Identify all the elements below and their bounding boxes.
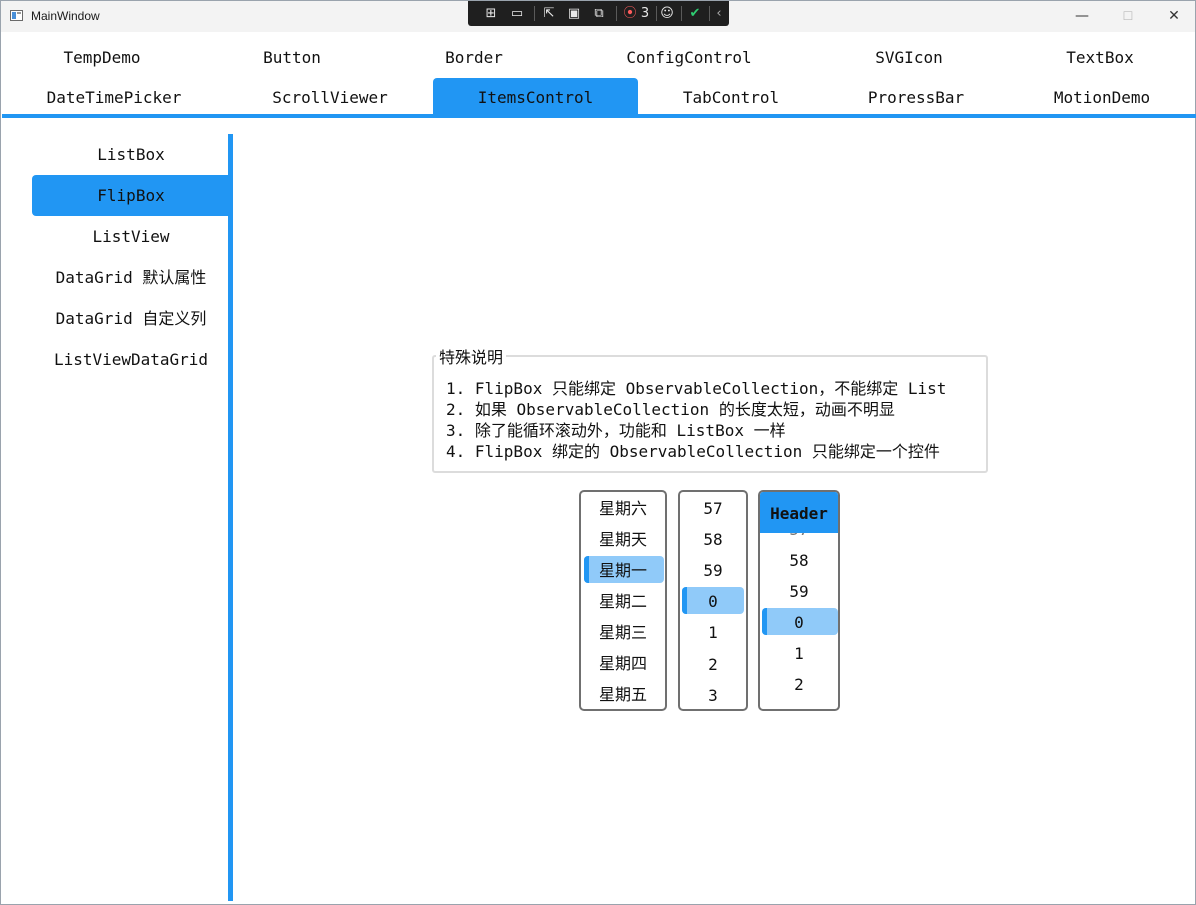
flip-item[interactable]: 59 — [760, 576, 838, 607]
maximize-button[interactable]: ☐ — [1105, 1, 1151, 32]
flip-item[interactable]: 1 — [680, 617, 746, 648]
tab-svgicon[interactable]: SVGIcon — [809, 38, 1009, 78]
flipbox-number[interactable]: 57 58 59 0 1 2 3 — [678, 490, 748, 711]
record-icon[interactable]: ▭ — [508, 5, 526, 22]
tab-motiondemo[interactable]: MotionDemo — [1002, 78, 1196, 118]
flip-item[interactable]: 2 — [760, 669, 838, 700]
tab-datetimepicker[interactable]: DateTimePicker — [14, 78, 214, 118]
flip-item[interactable]: 星期六 — [581, 493, 665, 524]
tab-proressbar[interactable]: ProressBar — [816, 78, 1016, 118]
sidebar-item-flipbox[interactable]: FlipBox — [32, 175, 230, 216]
toolbar-separator — [534, 6, 535, 21]
app-window-icon — [10, 10, 23, 21]
flipbox-with-header[interactable]: 57 Header 58 59 0 1 2 3 — [758, 490, 840, 711]
flip-item[interactable]: 星期天 — [581, 524, 665, 555]
toolbar-separator — [681, 6, 682, 21]
title-bar: MainWindow ⊞ ▭ ⇱ ▣ ⧉ ⦿ 3 ☺ ✔ ‹ — ☐ ✕ — [1, 1, 1195, 32]
collapse-toolbar-icon[interactable]: ‹ — [710, 5, 728, 22]
flip-item[interactable]: 58 — [760, 545, 838, 576]
select-element-icon[interactable]: ⇱ — [540, 5, 558, 22]
flip-item-selected[interactable]: 星期一 — [581, 555, 665, 586]
flip-item[interactable]: 1 — [760, 638, 838, 669]
flipbox-header: Header — [760, 492, 838, 533]
flip-item[interactable]: 2 — [680, 649, 746, 680]
sidebar-item-listview[interactable]: ListView — [32, 216, 230, 257]
tab-strip-underline — [2, 114, 1196, 118]
tab-border[interactable]: Border — [374, 38, 574, 78]
tab-configcontrol[interactable]: ConfigControl — [589, 38, 789, 78]
binding-failures-icon[interactable]: ⦿ — [621, 5, 639, 22]
flipbox-weekday[interactable]: 星期六 星期天 星期一 星期二 星期三 星期四 星期五 — [579, 490, 667, 711]
minimize-button[interactable]: — — [1059, 1, 1105, 32]
accessibility-icon[interactable]: ☺ — [658, 5, 676, 22]
window-title: MainWindow — [31, 9, 100, 23]
live-tree-icon[interactable]: ⊞ — [482, 5, 500, 22]
toolbar-separator — [656, 6, 657, 21]
sidebar-item-listbox[interactable]: ListBox — [32, 134, 230, 175]
flip-item[interactable]: 星期四 — [581, 648, 665, 679]
sidebar-item-datagrid-default[interactable]: DataGrid 默认属性 — [32, 257, 230, 298]
note-line: 4. FlipBox 绑定的 ObservableCollection 只能绑定… — [446, 442, 940, 461]
hot-reload-ok-icon[interactable]: ✔ — [686, 5, 704, 22]
tab-row-1: TempDemo Button Border ConfigControl SVG… — [2, 38, 1196, 78]
main-window: MainWindow ⊞ ▭ ⇱ ▣ ⧉ ⦿ 3 ☺ ✔ ‹ — ☐ ✕ Tem… — [0, 0, 1196, 905]
sidebar-item-datagrid-custom[interactable]: DataGrid 自定义列 — [32, 298, 230, 339]
tab-itemscontrol[interactable]: ItemsControl — [433, 78, 638, 118]
flip-item[interactable]: 3 — [680, 680, 746, 709]
sidebar-item-listviewdatagrid[interactable]: ListViewDataGrid — [32, 339, 230, 380]
flip-item-selected[interactable]: 0 — [760, 607, 838, 638]
adorner-icon[interactable]: ▣ — [565, 5, 583, 22]
flip-item[interactable]: 星期三 — [581, 617, 665, 648]
tab-tempdemo[interactable]: TempDemo — [2, 38, 202, 78]
flip-item-selected[interactable]: 0 — [680, 586, 746, 617]
flip-item[interactable]: 3 — [760, 700, 838, 709]
xaml-debug-toolbar: ⊞ ▭ ⇱ ▣ ⧉ ⦿ 3 ☺ ✔ ‹ — [468, 1, 729, 26]
tab-scrollviewer[interactable]: ScrollViewer — [230, 78, 430, 118]
track-focus-icon[interactable]: ⧉ — [590, 5, 608, 22]
notes-legend: 特殊说明 — [436, 344, 507, 368]
flip-item[interactable]: 57 — [680, 493, 746, 524]
sidebar-accent-bar — [228, 134, 233, 901]
tab-row-2: DateTimePicker ScrollViewer ItemsControl… — [2, 78, 1196, 118]
tab-button[interactable]: Button — [192, 38, 392, 78]
tab-textbox[interactable]: TextBox — [1000, 38, 1196, 78]
close-button[interactable]: ✕ — [1151, 1, 1196, 32]
tab-tabcontrol[interactable]: TabControl — [631, 78, 831, 118]
toolbar-separator — [616, 6, 617, 21]
binding-failures-count: 3 — [640, 6, 650, 21]
flip-item[interactable]: 58 — [680, 524, 746, 555]
flip-item[interactable]: 星期五 — [581, 679, 665, 709]
flip-item[interactable]: 59 — [680, 555, 746, 586]
flip-item[interactable]: 星期二 — [581, 586, 665, 617]
